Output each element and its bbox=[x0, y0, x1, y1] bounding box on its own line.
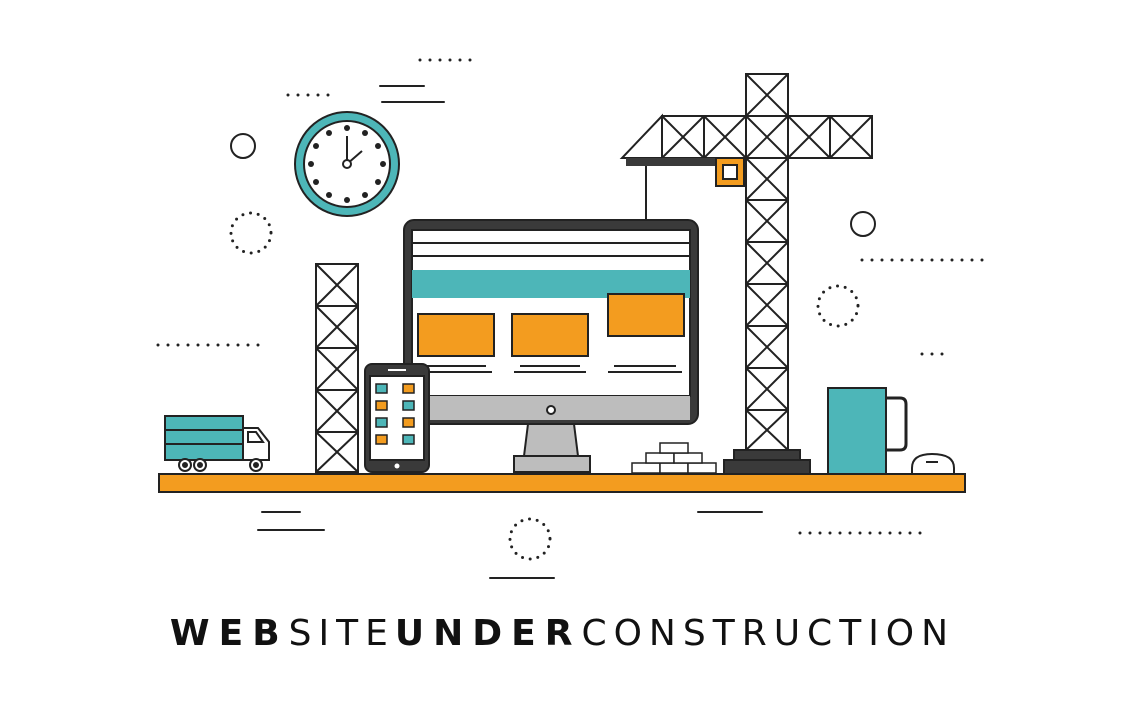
mug-icon bbox=[827, 387, 908, 475]
page-title: WEBSITEUNDERCONSTRUCTION bbox=[0, 608, 1125, 660]
title-word-site: SITE bbox=[288, 613, 395, 654]
title-word-construction: CONSTRUCTION bbox=[581, 613, 956, 654]
title-word-web: WEB bbox=[169, 613, 289, 654]
tablet-icon bbox=[364, 363, 430, 473]
bricks-icon bbox=[631, 442, 717, 474]
ground-shelf bbox=[158, 473, 966, 493]
mouse-icon bbox=[911, 452, 955, 475]
clock-icon bbox=[294, 111, 400, 217]
monitor-icon bbox=[403, 219, 699, 473]
scaffold-tower-icon bbox=[315, 263, 359, 473]
title-word-under: UNDER bbox=[394, 613, 582, 654]
truck-icon bbox=[164, 415, 270, 472]
